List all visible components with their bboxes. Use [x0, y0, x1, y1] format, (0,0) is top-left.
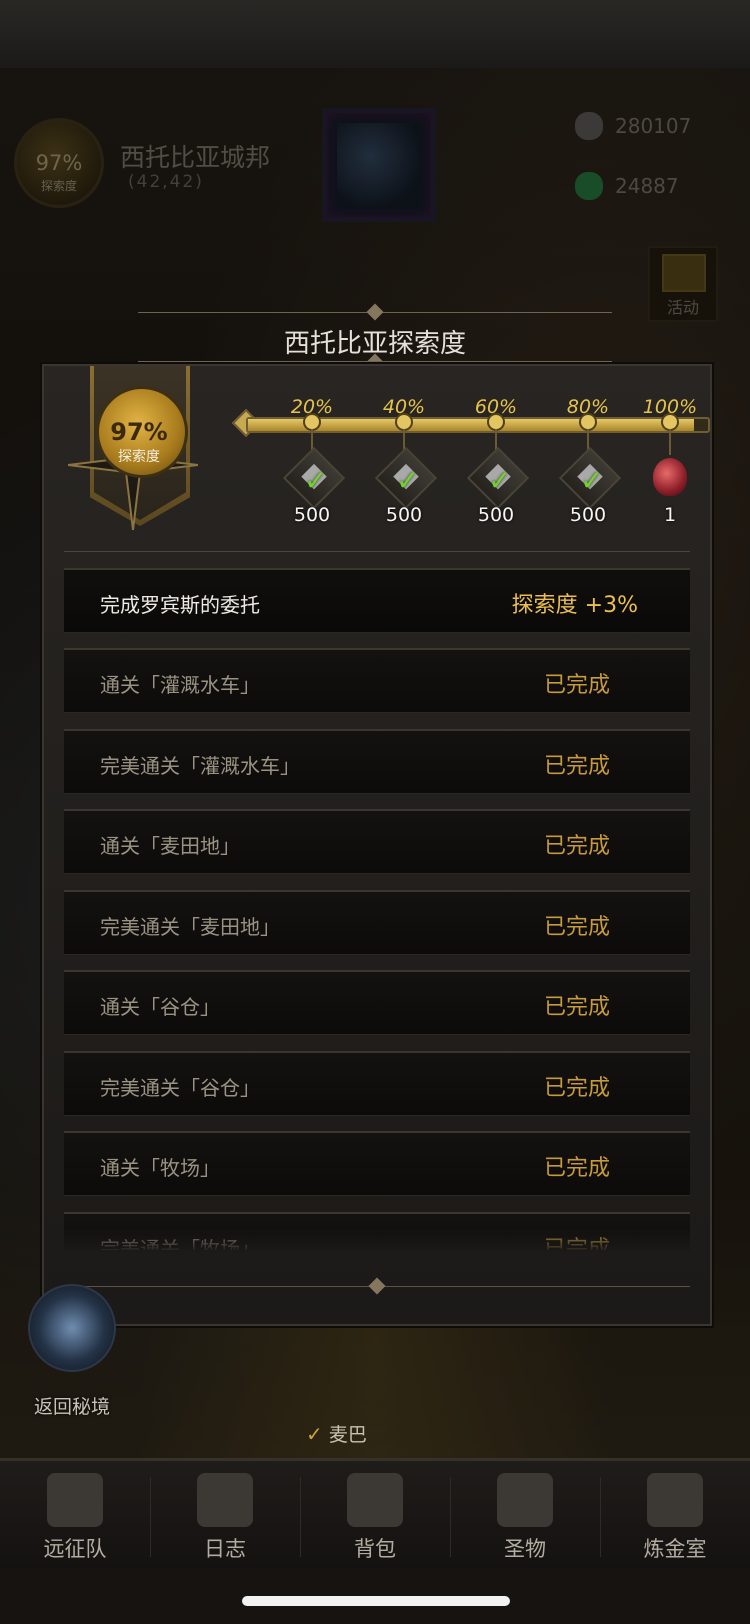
modal-title-bar: 西托比亚探索度: [98, 303, 652, 371]
task-status: 已完成: [543, 1156, 610, 1181]
potion-reward-icon: [653, 458, 687, 496]
location-name: 麦巴: [328, 1424, 367, 1446]
bottom-ornament-icon: [368, 1277, 386, 1295]
list-item: 通关「麦田地」 已完成: [64, 809, 690, 874]
task-label: 通关「谷仓」: [100, 995, 220, 1019]
list-item: 完美通关「麦田地」 已完成: [64, 889, 690, 955]
task-label: 通关「灌溉水车」: [100, 673, 260, 697]
chalice-icon: [497, 1473, 553, 1527]
nav-label: 炼金室: [643, 1537, 707, 1561]
check-icon: ✓: [306, 1422, 323, 1446]
nav-item-backpack[interactable]: 背包: [300, 1461, 450, 1571]
check-icon: ✓: [488, 464, 512, 497]
check-icon: ✓: [304, 464, 328, 497]
check-icon: ✓: [580, 464, 604, 497]
check-icon: ✓: [396, 464, 420, 497]
nav-label: 远征队: [43, 1537, 107, 1561]
nav-item-alchemy[interactable]: 炼金室: [600, 1461, 750, 1571]
reward-count: 500: [569, 504, 607, 526]
task-label: 完美通关「灌溉水车」: [100, 753, 300, 778]
list-item: 通关「灌溉水车」 已完成: [64, 648, 690, 713]
bottom-nav: 远征队 日志 背包 圣物 炼金室: [0, 1458, 750, 1571]
reward-count: 500: [293, 504, 331, 526]
list-item: 完美通关「谷仓」 已完成: [64, 1050, 690, 1116]
milestone-connector: [669, 429, 671, 455]
scroll-icon: [197, 1473, 253, 1527]
list-item: 完美通关「灌溉水车」 已完成: [64, 728, 690, 794]
divider: [64, 551, 690, 552]
task-status: 已完成: [543, 1075, 610, 1101]
task-label: 完成罗宾斯的委托: [100, 593, 260, 617]
reward-count: 1: [663, 504, 677, 526]
exploration-percent: 97%: [110, 418, 168, 446]
list-item-bonus-task: 完成罗宾斯的委托 探索度 +3%: [64, 568, 690, 633]
nav-label: 圣物: [504, 1537, 546, 1561]
list-item: 通关「谷仓」 已完成: [64, 970, 690, 1035]
task-status: 已完成: [543, 673, 610, 698]
list-fade: [64, 1228, 690, 1252]
task-status: 已完成: [543, 753, 610, 779]
exploration-label: 探索度: [118, 449, 160, 465]
task-status: 探索度 +3%: [511, 593, 638, 618]
reward-count: 500: [385, 504, 423, 526]
top-frame: [0, 0, 750, 71]
alchemy-icon: [647, 1473, 703, 1527]
return-realm-label[interactable]: 返回秘境: [20, 1392, 124, 1419]
nav-label: 背包: [354, 1537, 396, 1561]
nav-label: 日志: [204, 1537, 246, 1561]
backpack-icon: [347, 1473, 403, 1527]
nav-item-expedition[interactable]: 远征队: [0, 1461, 150, 1571]
map-location-label[interactable]: ✓ 麦巴: [306, 1420, 367, 1447]
exploration-modal: 97% 探索度 20% ✓ 500 40% ✓ 500 60% ✓ 500 80% ✓ 500 100%…: [42, 364, 712, 1326]
task-label: 通关「麦田地」: [100, 834, 240, 858]
task-label: 完美通关「谷仓」: [100, 1075, 260, 1100]
task-status: 已完成: [543, 995, 610, 1020]
nav-item-relics[interactable]: 圣物: [450, 1461, 600, 1571]
exploration-task-list[interactable]: 完成罗宾斯的委托 探索度 +3% 通关「灌溉水车」 已完成 完美通关「灌溉水车」 已完…: [64, 568, 690, 1250]
task-status: 已完成: [543, 914, 610, 940]
list-item: 通关「牧场」 已完成: [64, 1131, 690, 1196]
nav-item-journal[interactable]: 日志: [150, 1461, 300, 1571]
portal-icon[interactable]: [28, 1284, 116, 1372]
task-label: 完美通关「麦田地」: [100, 914, 280, 939]
reward-count: 500: [477, 504, 515, 526]
task-status: 已完成: [543, 834, 610, 859]
viking-helmet-icon: [47, 1473, 103, 1527]
home-indicator[interactable]: [242, 1596, 510, 1606]
task-label: 通关「牧场」: [100, 1156, 220, 1180]
